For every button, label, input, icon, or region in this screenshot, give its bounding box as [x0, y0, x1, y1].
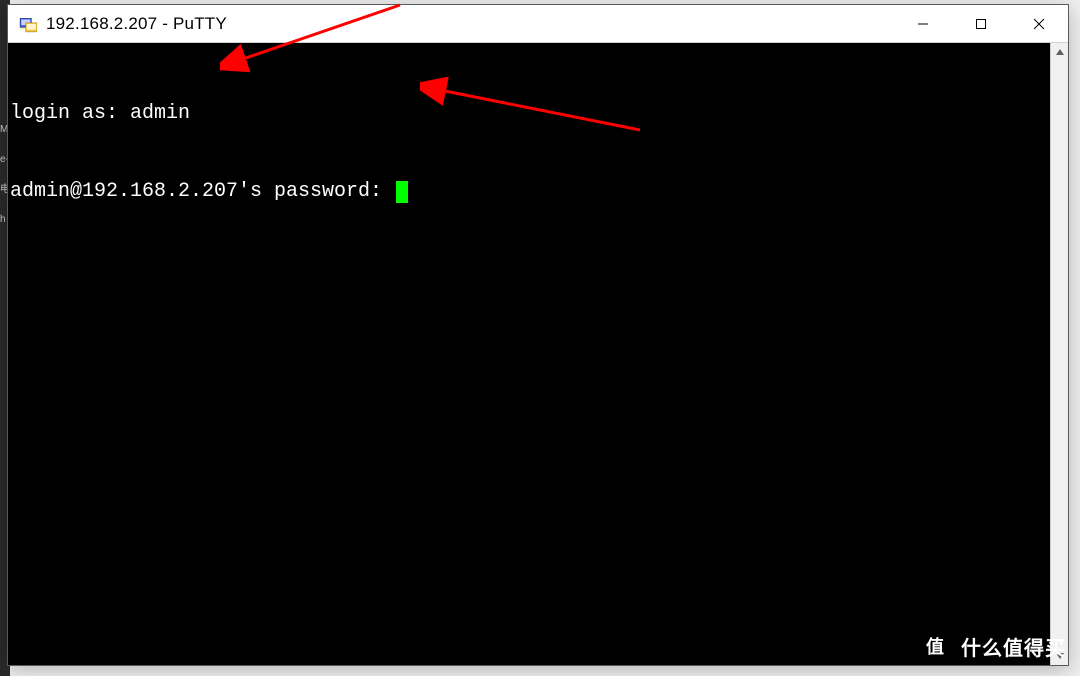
terminal-cursor — [396, 181, 408, 203]
terminal[interactable]: login as: admin admin@192.168.2.207's pa… — [8, 43, 1050, 665]
putty-window: 192.168.2.207 - PuTTY login as: admin ad… — [7, 4, 1069, 666]
scrollbar[interactable] — [1050, 43, 1068, 665]
titlebar[interactable]: 192.168.2.207 - PuTTY — [8, 5, 1068, 43]
window-controls — [894, 5, 1068, 42]
scroll-up-button[interactable] — [1051, 43, 1068, 61]
maximize-button[interactable] — [952, 5, 1010, 42]
window-title: 192.168.2.207 - PuTTY — [46, 14, 894, 34]
watermark: 值 什么值得买 — [917, 628, 1066, 664]
terminal-area: login as: admin admin@192.168.2.207's pa… — [8, 43, 1068, 665]
terminal-line-login: login as: admin — [10, 101, 1048, 127]
close-button[interactable] — [1010, 5, 1068, 42]
minimize-button[interactable] — [894, 5, 952, 42]
watermark-text: 什么值得买 — [961, 632, 1066, 661]
watermark-badge-icon: 值 — [917, 628, 953, 664]
putty-icon — [18, 14, 38, 34]
terminal-line-password: admin@192.168.2.207's password: — [10, 179, 1048, 205]
